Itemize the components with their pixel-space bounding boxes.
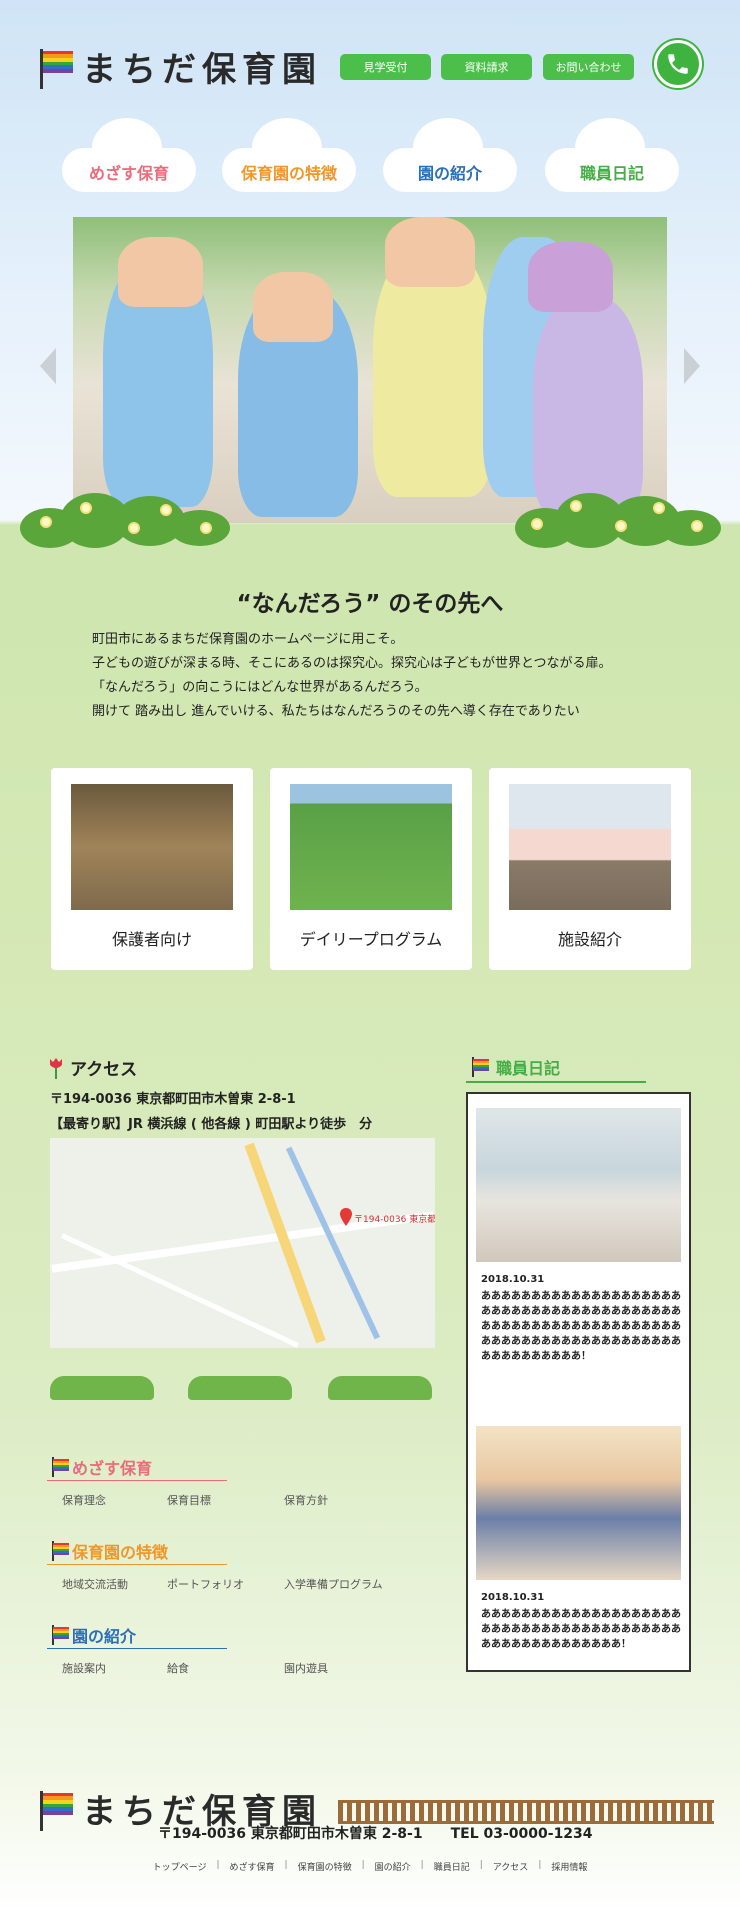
footer-link-top[interactable]: トップページ <box>153 1860 207 1873</box>
intro-line: 「なんだろう」の向こうにはどんな世界があるんだろう。 <box>92 680 428 695</box>
divider <box>47 1480 227 1481</box>
footer-link-mezasu[interactable]: めざす保育 <box>230 1860 275 1873</box>
sitemap-link[interactable]: 施設案内 <box>62 1660 106 1676</box>
hedge-decoration <box>50 1376 154 1400</box>
facilities-photo <box>509 784 671 910</box>
slider-next-arrow-icon[interactable] <box>684 348 700 384</box>
divider <box>47 1564 227 1565</box>
site-title: まちだ保育園 <box>82 50 322 90</box>
rainbow-flag-icon <box>50 1457 69 1477</box>
tulip-icon <box>50 1057 62 1079</box>
rainbow-flag-icon <box>38 1790 74 1831</box>
sitemap-heading-introduction[interactable]: 園の紹介 <box>50 1623 136 1647</box>
footer-address: 〒194-0036 東京都町田市木曽東 2-8-1 TEL 03-0000-12… <box>158 1826 593 1842</box>
access-address: 〒194-0036 東京都町田市木曽東 2-8-1 <box>50 1092 296 1107</box>
diary-photo[interactable] <box>476 1426 681 1580</box>
divider <box>466 1081 646 1083</box>
slider-prev-arrow-icon[interactable] <box>40 348 56 384</box>
hedge-decoration <box>188 1376 292 1400</box>
footer-link-access[interactable]: アクセス <box>493 1860 529 1873</box>
card-for-parents[interactable]: 保護者向け <box>51 768 253 970</box>
divider <box>47 1648 227 1649</box>
diary-text: ああああああああああああああああああああああああああああああああああああああああ… <box>481 1609 681 1650</box>
footer-link-recruit[interactable]: 採用情報 <box>551 1860 587 1873</box>
sitemap-link[interactable]: 園内遊具 <box>284 1660 328 1676</box>
sitemap-link[interactable]: 入学準備プログラム <box>284 1576 383 1592</box>
sitemap-heading-features[interactable]: 保育園の特徴 <box>50 1539 168 1563</box>
sitemap-heading-mezasu[interactable]: めざす保育 <box>50 1455 152 1479</box>
tour-booking-button[interactable]: 見学受付 <box>340 54 431 80</box>
hero-photo-children-running <box>73 217 667 523</box>
nav-mezasu-hoiku[interactable]: めざす保育 <box>62 118 196 194</box>
card-label: デイリープログラム <box>299 930 443 949</box>
intro-line: 子どもの遊びが深まる時、そこにあるのは探究心。探究心は子どもが世界とつながる扉。 <box>92 656 612 671</box>
map-pin-icon <box>340 1208 352 1226</box>
sitemap-link[interactable]: ポートフォリオ <box>167 1576 244 1592</box>
rainbow-flag-icon <box>50 1625 69 1645</box>
flower-bush-left <box>20 488 230 548</box>
diary-text: ああああああああああああああああああああああああああああああああああああああああ… <box>481 1291 681 1362</box>
intro-title: “なんだろう” のその先へ <box>236 591 504 617</box>
intro-line: 開けて 踏み出し 進んでいける、私たちはなんだろうのその先へ導く存在でありたい <box>92 704 580 719</box>
intro-text: 町田市にあるまちだ保育園のホームページに用こそ。 子どもの遊びが深まる時、そこに… <box>92 628 611 724</box>
card-label: 保護者向け <box>111 930 192 949</box>
sitemap-link[interactable]: 地域交流活動 <box>62 1576 128 1592</box>
nav-introduction[interactable]: 園の紹介 <box>383 118 517 194</box>
diary-list: 2018.10.31 あああああああああああああああああああああああああああああ… <box>466 1092 691 1672</box>
diary-heading[interactable]: 職員日記 <box>470 1055 560 1079</box>
diary-date: 2018.10.31 <box>481 1274 545 1285</box>
phone-icon[interactable] <box>654 40 702 88</box>
daily-program-photo <box>290 784 452 910</box>
fence-decoration <box>338 1800 714 1824</box>
sitemap-link[interactable]: 給食 <box>167 1660 189 1676</box>
brochure-request-button[interactable]: 資料請求 <box>441 54 532 80</box>
card-label: 施設紹介 <box>557 930 622 949</box>
access-heading: アクセス <box>48 1055 137 1080</box>
hedge-decoration <box>328 1376 432 1400</box>
footer-link-diary[interactable]: 職員日記 <box>434 1860 470 1873</box>
parents-photo <box>71 784 233 910</box>
map-pin: 〒194-0036 東京都町田 <box>340 1208 435 1230</box>
card-daily-program[interactable]: デイリープログラム <box>270 768 472 970</box>
diary-photo[interactable] <box>476 1108 681 1262</box>
nav-staff-diary[interactable]: 職員日記 <box>545 118 679 194</box>
access-station: 【最寄り駅】JR 横浜線 ( 他各線 ) 町田駅より徒歩 分 <box>50 1117 373 1132</box>
footer-link-features[interactable]: 保育園の特徴 <box>298 1860 352 1873</box>
flower-bush-right <box>515 488 721 548</box>
rainbow-flag-icon <box>470 1057 490 1077</box>
sitemap-link[interactable]: 保育目標 <box>167 1492 211 1508</box>
site-logo[interactable]: まちだ保育園 <box>38 42 322 91</box>
diary-date: 2018.10.31 <box>481 1592 545 1603</box>
footer-nav: トップページ | めざす保育 | 保育園の特徴 | 園の紹介 | 職員日記 | アクセス |… <box>152 1860 588 1873</box>
intro-line: 町田市にあるまちだ保育園のホームページに用こそ。 <box>92 632 404 647</box>
card-facilities[interactable]: 施設紹介 <box>489 768 691 970</box>
footer-link-introduction[interactable]: 園の紹介 <box>375 1860 411 1873</box>
rainbow-flag-icon <box>38 48 74 89</box>
nav-features[interactable]: 保育園の特徴 <box>222 118 356 194</box>
sitemap-link[interactable]: 保育方針 <box>284 1492 328 1508</box>
contact-button[interactable]: お問い合わせ <box>543 54 634 80</box>
rainbow-flag-icon <box>50 1541 69 1561</box>
map-pin-label: 〒194-0036 東京都町田 <box>354 1215 435 1225</box>
sitemap-link[interactable]: 保育理念 <box>62 1492 106 1508</box>
access-map[interactable]: 〒194-0036 東京都町田 <box>50 1138 435 1348</box>
